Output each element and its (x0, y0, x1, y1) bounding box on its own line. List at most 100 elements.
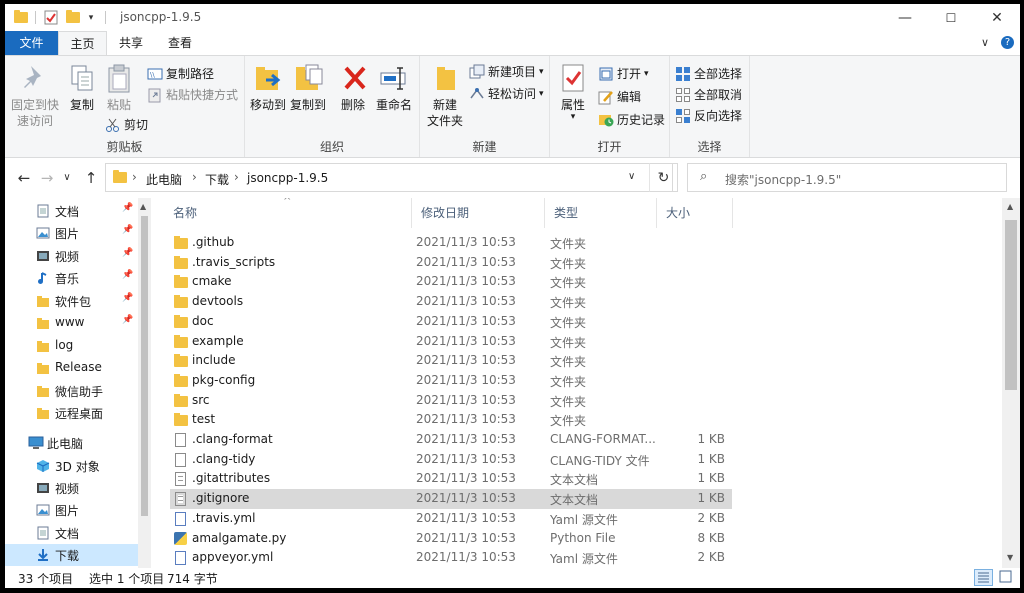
nav-item[interactable]: Release (5, 357, 140, 379)
file-type: 文本文档 (550, 473, 599, 488)
file-list-scrollbar[interactable]: ▲ ▼ (1002, 198, 1020, 568)
file-row[interactable]: .travis.yml 2021/11/3 10:53 Yaml 源文件 2 KB (170, 509, 732, 529)
delete-x-icon (339, 62, 371, 94)
file-list-scroll-thumb[interactable] (1005, 220, 1017, 390)
new-folder-button[interactable]: 新建 文件夹 (424, 62, 466, 129)
scroll-up-icon[interactable]: ▲ (140, 202, 146, 211)
nav-item[interactable]: 视频 (5, 477, 140, 499)
help-icon[interactable]: ? (1001, 36, 1014, 49)
music-icon (36, 271, 50, 285)
back-button[interactable]: ← (14, 169, 34, 187)
nav-item[interactable]: 音乐 📌 (5, 267, 140, 289)
file-row[interactable]: .clang-format 2021/11/3 10:53 CLANG-FORMAT… (170, 430, 732, 450)
new-item-button[interactable]: 新建项目 ▾ (469, 62, 544, 82)
select-none-button[interactable]: 全部取消 (675, 85, 742, 105)
properties-button[interactable]: 属性 ▾ (556, 62, 590, 122)
invert-selection-button[interactable]: 反向选择 (675, 106, 742, 126)
file-row[interactable]: devtools 2021/11/3 10:53 文件夹 (170, 292, 732, 312)
tab-home[interactable]: 主页 (58, 31, 107, 56)
nav-item[interactable]: log (5, 335, 140, 357)
column-header-size[interactable]: 大小 (657, 198, 733, 228)
nav-scroll-thumb[interactable] (141, 216, 148, 516)
file-row[interactable]: pkg-config 2021/11/3 10:53 文件夹 (170, 371, 732, 391)
file-type: 文件夹 (550, 276, 587, 291)
file-row[interactable]: .clang-tidy 2021/11/3 10:53 CLANG-TIDY 文件 1… (170, 450, 732, 470)
breadcrumb-downloads[interactable]: 下载 (205, 171, 229, 188)
new-folder-quick-access-icon[interactable] (65, 9, 81, 26)
file-row[interactable]: .travis_scripts 2021/11/3 10:53 文件夹 (170, 253, 732, 273)
file-row[interactable]: amalgamate.py 2021/11/3 10:53 Python File 8… (170, 529, 732, 549)
up-button[interactable]: ↑ (81, 169, 101, 187)
edit-button[interactable]: 编辑 (598, 87, 641, 107)
file-row[interactable]: test 2021/11/3 10:53 文件夹 (170, 410, 732, 430)
nav-item[interactable]: 图片 📌 (5, 222, 140, 244)
select-all-button[interactable]: 全部选择 (675, 64, 742, 84)
move-to-button[interactable]: 移动到 (249, 62, 287, 113)
easy-access-button[interactable]: 轻松访问 ▾ (469, 84, 544, 104)
cut-button[interactable]: 剪切 (105, 115, 148, 135)
history-button[interactable]: 历史记录 (598, 110, 665, 130)
nav-item[interactable]: 软件包 📌 (5, 290, 140, 312)
delete-button[interactable]: 删除 (339, 62, 367, 113)
nav-item[interactable]: 下载 (5, 544, 140, 566)
copy-path-button[interactable]: \\ 复制路径 (147, 64, 214, 84)
large-icons-view-icon[interactable] (997, 569, 1016, 586)
properties-quick-access-icon[interactable] (43, 9, 59, 26)
file-row[interactable]: .github 2021/11/3 10:53 文件夹 (170, 233, 732, 253)
maximize-button[interactable]: ☐ (928, 4, 974, 31)
file-row[interactable]: cmake 2021/11/3 10:53 文件夹 (170, 272, 732, 292)
refresh-button[interactable]: ↻ (649, 163, 678, 192)
nav-scrollbar[interactable]: ▲ (138, 198, 151, 568)
file-row[interactable]: appveyor.yml 2021/11/3 10:53 Yaml 源文件 2 KB (170, 548, 732, 568)
scroll-up-icon[interactable]: ▲ (1007, 202, 1013, 211)
collapse-ribbon-icon[interactable]: ∨ (981, 36, 989, 49)
breadcrumb-jsoncpp[interactable]: jsoncpp-1.9.5 (247, 171, 328, 185)
column-header-date[interactable]: 修改日期 (412, 198, 545, 228)
nav-item[interactable]: 此电脑 (5, 432, 140, 454)
nav-item[interactable]: 微信助手 (5, 380, 140, 402)
file-row[interactable]: src 2021/11/3 10:53 文件夹 (170, 391, 732, 411)
file-name: .travis_scripts (192, 254, 276, 269)
search-box[interactable]: ⌕ 搜索"jsoncpp-1.9.5" (687, 163, 1007, 192)
tab-file[interactable]: 文件 (5, 31, 58, 55)
recent-locations-button[interactable]: ∨ (57, 172, 77, 183)
breadcrumb-this-pc[interactable]: 此电脑 (146, 171, 182, 188)
nav-item[interactable]: 视频 📌 (5, 245, 140, 267)
copy-button[interactable]: 复制 (65, 62, 99, 113)
open-button[interactable]: 打开 ▾ (598, 64, 649, 84)
nav-item[interactable]: 远程桌面 (5, 402, 140, 424)
file-row[interactable]: include 2021/11/3 10:53 文件夹 (170, 351, 732, 371)
tab-view[interactable]: 查看 (158, 31, 202, 55)
file-icon (175, 433, 186, 447)
forward-button[interactable]: → (37, 169, 57, 187)
pin-quick-access-button[interactable]: 固定到快 速访问 (9, 62, 61, 129)
address-bar[interactable]: › 此电脑 › 下载 › jsoncpp-1.9.5 ∨ (105, 163, 673, 192)
paste-shortcut-button[interactable]: 粘贴快捷方式 (147, 85, 238, 105)
customize-quick-access-icon[interactable]: ▾ (85, 9, 97, 26)
nav-item[interactable]: 图片 (5, 499, 140, 521)
details-view-icon[interactable] (974, 569, 993, 586)
text-file-icon (175, 472, 186, 487)
nav-item[interactable]: 3D 对象 (5, 455, 140, 477)
nav-item[interactable]: www 📌 (5, 312, 140, 334)
nav-item-label: Release (55, 360, 102, 374)
nav-item[interactable]: 文档 📌 (5, 200, 140, 222)
file-row[interactable]: doc 2021/11/3 10:53 文件夹 (170, 312, 732, 332)
file-name: test (192, 412, 216, 427)
copy-to-button[interactable]: 复制到 (289, 62, 327, 113)
file-row[interactable]: example 2021/11/3 10:53 文件夹 (170, 332, 732, 352)
column-header-name[interactable]: 名称 (155, 198, 412, 228)
address-dropdown-icon[interactable]: ∨ (628, 171, 635, 182)
rename-button[interactable]: 重命名 (375, 62, 413, 113)
file-row[interactable]: .gitattributes 2021/11/3 10:53 文本文档 1 KB (170, 469, 732, 489)
minimize-button[interactable]: — (882, 4, 928, 31)
nav-item-label: 视频 (55, 250, 80, 264)
pin-icon: 📌 (122, 293, 134, 303)
file-row[interactable]: .gitignore 2021/11/3 10:53 文本文档 1 KB (170, 489, 732, 510)
close-button[interactable]: ✕ (974, 4, 1020, 31)
column-header-type[interactable]: 类型 (545, 198, 657, 228)
tab-share[interactable]: 共享 (109, 31, 153, 55)
paste-button[interactable]: 粘贴 (103, 62, 135, 113)
scroll-down-icon[interactable]: ▼ (1007, 553, 1013, 562)
nav-item[interactable]: 文档 (5, 522, 140, 544)
